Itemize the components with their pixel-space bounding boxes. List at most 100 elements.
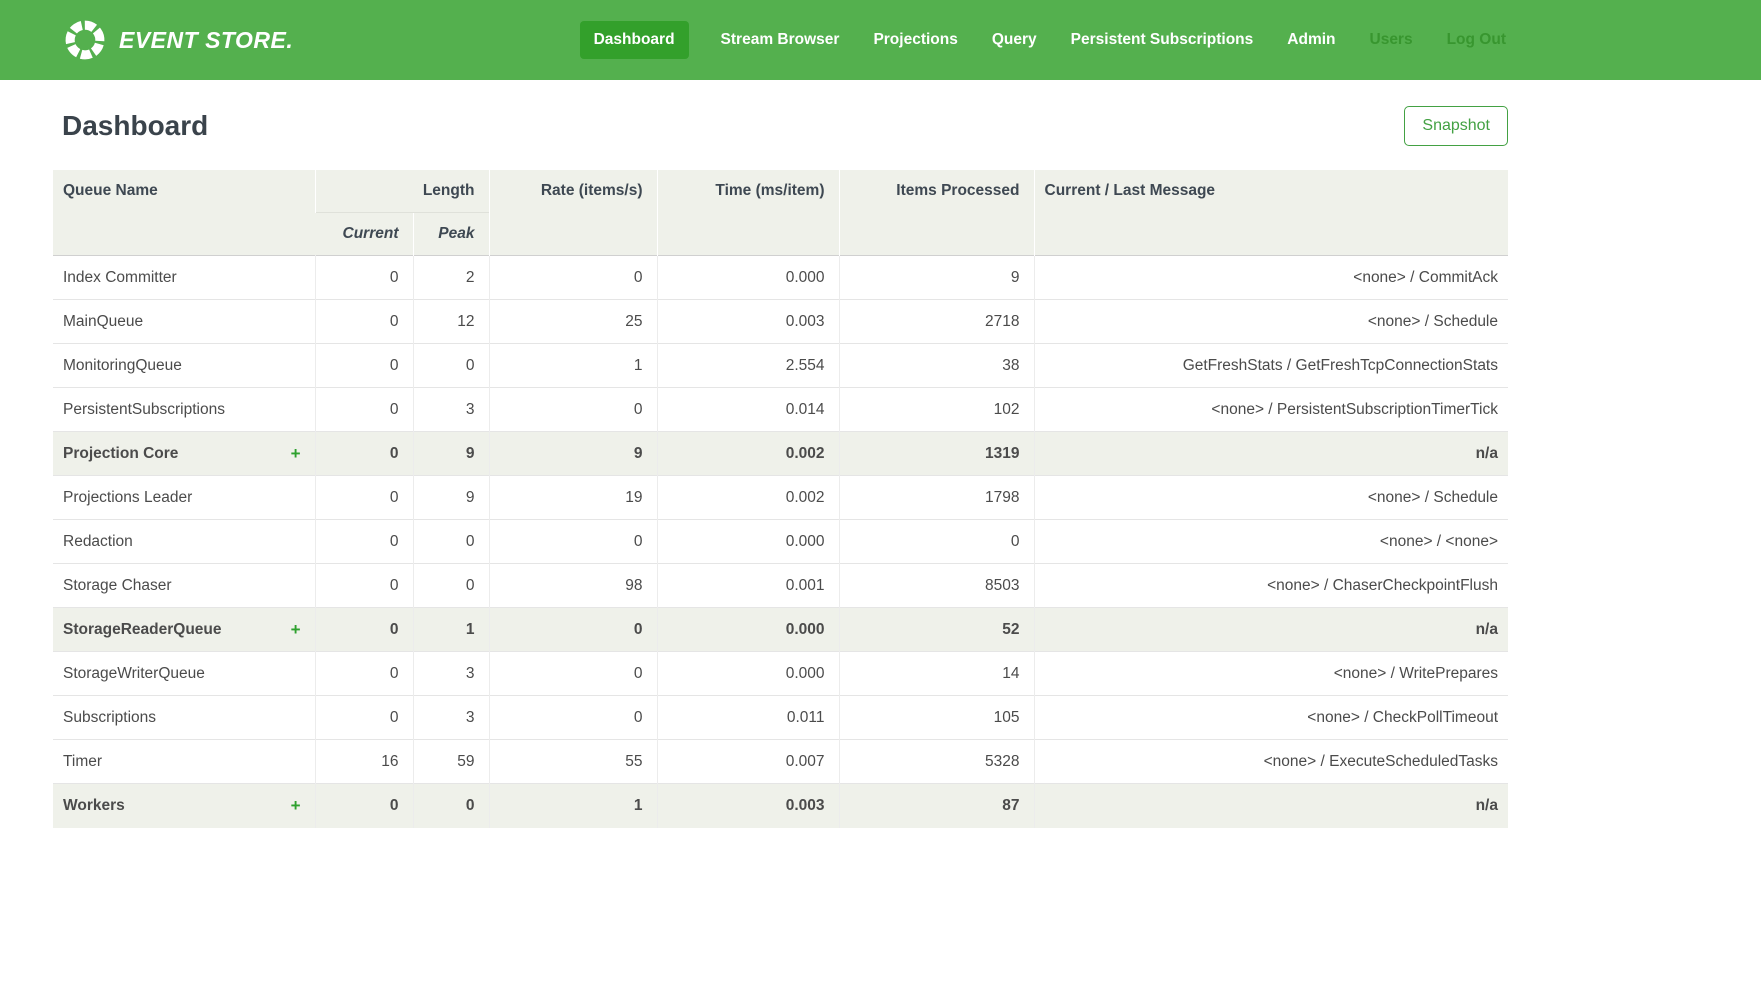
last-message-cell: GetFreshStats / GetFreshTcpConnectionSta…	[1034, 344, 1508, 388]
length-peak-cell: 9	[413, 476, 489, 520]
last-message-cell: <none> / Schedule	[1034, 476, 1508, 520]
nav-item-stream-browser[interactable]: Stream Browser	[719, 21, 842, 59]
nav-item-dashboard[interactable]: Dashboard	[580, 21, 689, 59]
column-header-length-peak: Peak	[413, 213, 489, 256]
queue-name: Subscriptions	[63, 709, 156, 727]
items-processed-cell: 105	[839, 696, 1034, 740]
expand-plus-icon[interactable]: +	[291, 621, 301, 638]
last-message-cell: <none> / WritePrepares	[1034, 652, 1508, 696]
length-current-cell: 0	[315, 388, 413, 432]
last-message-cell: <none> / <none>	[1034, 520, 1508, 564]
time-cell: 0.007	[657, 740, 839, 784]
length-current-cell: 0	[315, 300, 413, 344]
main-content: Dashboard Snapshot Queue Name Length Rat…	[53, 106, 1508, 828]
items-processed-cell: 38	[839, 344, 1034, 388]
queue-name: Redaction	[63, 533, 133, 551]
table-row: Storage Chaser00980.0018503<none> / Chas…	[53, 564, 1508, 608]
length-current-cell: 0	[315, 344, 413, 388]
table-row: Projections Leader09190.0021798<none> / …	[53, 476, 1508, 520]
brand-logo[interactable]: EVENT STORE.	[53, 17, 293, 63]
rate-cell: 0	[489, 652, 657, 696]
top-navbar: EVENT STORE. Dashboard Stream Browser Proj…	[0, 0, 1761, 80]
time-cell: 2.554	[657, 344, 839, 388]
time-cell: 0.000	[657, 608, 839, 652]
queue-name-cell: MonitoringQueue	[53, 344, 315, 388]
queue-name-cell: Projection Core +	[53, 432, 315, 476]
snapshot-button[interactable]: Snapshot	[1404, 106, 1508, 146]
time-cell: 0.003	[657, 300, 839, 344]
queue-name: Index Committer	[63, 269, 177, 287]
last-message-cell: n/a	[1034, 608, 1508, 652]
items-processed-cell: 9	[839, 256, 1034, 300]
event-store-logo-icon	[62, 17, 108, 63]
queue-name: Workers	[63, 797, 125, 815]
queues-table: Queue Name Length Rate (items/s) Time (m…	[53, 170, 1508, 828]
length-current-cell: 0	[315, 784, 413, 828]
table-row: MonitoringQueue0012.55438GetFreshStats /…	[53, 344, 1508, 388]
page-title: Dashboard	[53, 110, 208, 142]
length-current-cell: 0	[315, 608, 413, 652]
last-message-cell: <none> / CommitAck	[1034, 256, 1508, 300]
rate-cell: 1	[489, 344, 657, 388]
items-processed-cell: 1319	[839, 432, 1034, 476]
nav-item-users[interactable]: Users	[1368, 21, 1415, 59]
queue-name-cell: Subscriptions	[53, 696, 315, 740]
queue-name: StorageWriterQueue	[63, 665, 205, 683]
length-peak-cell: 0	[413, 344, 489, 388]
rate-cell: 0	[489, 520, 657, 564]
queue-name-cell: Workers +	[53, 784, 315, 828]
time-cell: 0.011	[657, 696, 839, 740]
nav-menu: Dashboard Stream Browser Projections Query P…	[580, 21, 1508, 59]
table-row: Projection Core+0990.0021319n/a	[53, 432, 1508, 476]
queue-name-cell: Index Committer	[53, 256, 315, 300]
last-message-cell: <none> / ChaserCheckpointFlush	[1034, 564, 1508, 608]
length-current-cell: 0	[315, 476, 413, 520]
table-row: StorageReaderQueue+0100.00052n/a	[53, 608, 1508, 652]
length-peak-cell: 0	[413, 784, 489, 828]
rate-cell: 55	[489, 740, 657, 784]
rate-cell: 19	[489, 476, 657, 520]
queue-name: MainQueue	[63, 313, 143, 331]
last-message-cell: <none> / PersistentSubscriptionTimerTick	[1034, 388, 1508, 432]
column-header-length: Length	[315, 170, 489, 213]
length-peak-cell: 3	[413, 652, 489, 696]
queue-name-cell: StorageReaderQueue+	[53, 608, 315, 652]
length-current-cell: 0	[315, 256, 413, 300]
items-processed-cell: 1798	[839, 476, 1034, 520]
length-peak-cell: 3	[413, 388, 489, 432]
expand-plus-icon[interactable]: +	[291, 797, 301, 814]
length-peak-cell: 0	[413, 520, 489, 564]
nav-item-projections[interactable]: Projections	[871, 21, 959, 59]
nav-item-query[interactable]: Query	[990, 21, 1039, 59]
length-peak-cell: 59	[413, 740, 489, 784]
expand-plus-icon[interactable]: +	[291, 445, 301, 462]
column-header-items-processed: Items Processed	[839, 170, 1034, 256]
column-header-message: Current / Last Message	[1034, 170, 1508, 256]
rate-cell: 1	[489, 784, 657, 828]
items-processed-cell: 14	[839, 652, 1034, 696]
table-row: Workers+0010.00387n/a	[53, 784, 1508, 828]
queue-name: Projections Leader	[63, 489, 192, 507]
queue-name: Projection Core	[63, 445, 178, 463]
last-message-cell: n/a	[1034, 784, 1508, 828]
table-body: Index Committer0200.0009<none> / CommitA…	[53, 256, 1508, 828]
queue-name-cell: Redaction	[53, 520, 315, 564]
length-peak-cell: 9	[413, 432, 489, 476]
nav-item-admin[interactable]: Admin	[1285, 21, 1337, 59]
time-cell: 0.000	[657, 256, 839, 300]
queue-name: MonitoringQueue	[63, 357, 182, 375]
nav-item-log-out[interactable]: Log Out	[1445, 21, 1508, 59]
items-processed-cell: 87	[839, 784, 1034, 828]
items-processed-cell: 102	[839, 388, 1034, 432]
rate-cell: 98	[489, 564, 657, 608]
length-current-cell: 16	[315, 740, 413, 784]
nav-item-persistent-subscriptions[interactable]: Persistent Subscriptions	[1069, 21, 1256, 59]
queue-name-cell: StorageWriterQueue	[53, 652, 315, 696]
length-peak-cell: 3	[413, 696, 489, 740]
time-cell: 0.001	[657, 564, 839, 608]
queue-name-cell: Storage Chaser	[53, 564, 315, 608]
length-current-cell: 0	[315, 564, 413, 608]
rate-cell: 0	[489, 608, 657, 652]
column-header-time: Time (ms/item)	[657, 170, 839, 256]
queue-name-cell: Timer	[53, 740, 315, 784]
